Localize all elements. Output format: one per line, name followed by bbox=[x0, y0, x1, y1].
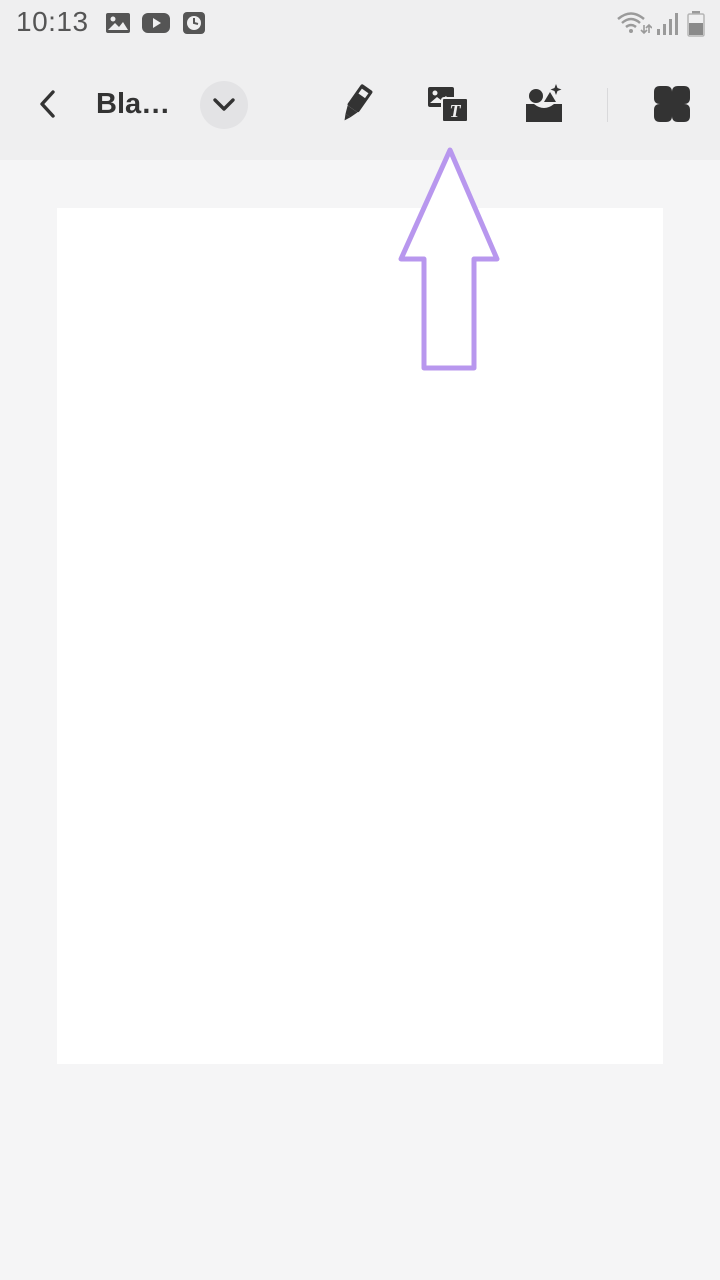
canvas-area bbox=[0, 160, 720, 1280]
chevron-left-icon bbox=[40, 90, 55, 118]
gallery-notification-icon bbox=[106, 13, 130, 33]
clock-notification-icon bbox=[183, 12, 205, 34]
more-icon bbox=[654, 86, 690, 122]
up-arrow-icon bbox=[398, 147, 500, 371]
title-dropdown-button[interactable] bbox=[200, 81, 248, 129]
editor-toolbar: Bla… T bbox=[0, 48, 720, 160]
sticker-button[interactable] bbox=[520, 80, 568, 128]
image-text-icon: T bbox=[428, 87, 469, 123]
toolbar-divider bbox=[607, 88, 608, 122]
wifi-icon bbox=[617, 12, 652, 35]
chevron-down-icon bbox=[213, 98, 235, 111]
more-options-button[interactable] bbox=[648, 80, 696, 128]
pen-icon bbox=[344, 84, 373, 121]
document-title[interactable]: Bla… bbox=[96, 88, 170, 121]
svg-text:T: T bbox=[450, 101, 462, 121]
status-time: 10:13 bbox=[16, 6, 89, 37]
back-button[interactable] bbox=[26, 82, 70, 126]
battery-icon bbox=[687, 11, 705, 37]
youtube-notification-icon bbox=[142, 13, 170, 33]
signal-icon bbox=[657, 13, 678, 35]
note-page[interactable] bbox=[57, 208, 663, 1064]
sticker-icon bbox=[526, 84, 562, 122]
status-bar: 10:13 bbox=[0, 0, 720, 48]
image-text-button[interactable]: T bbox=[424, 80, 472, 128]
pen-button[interactable] bbox=[332, 80, 380, 128]
